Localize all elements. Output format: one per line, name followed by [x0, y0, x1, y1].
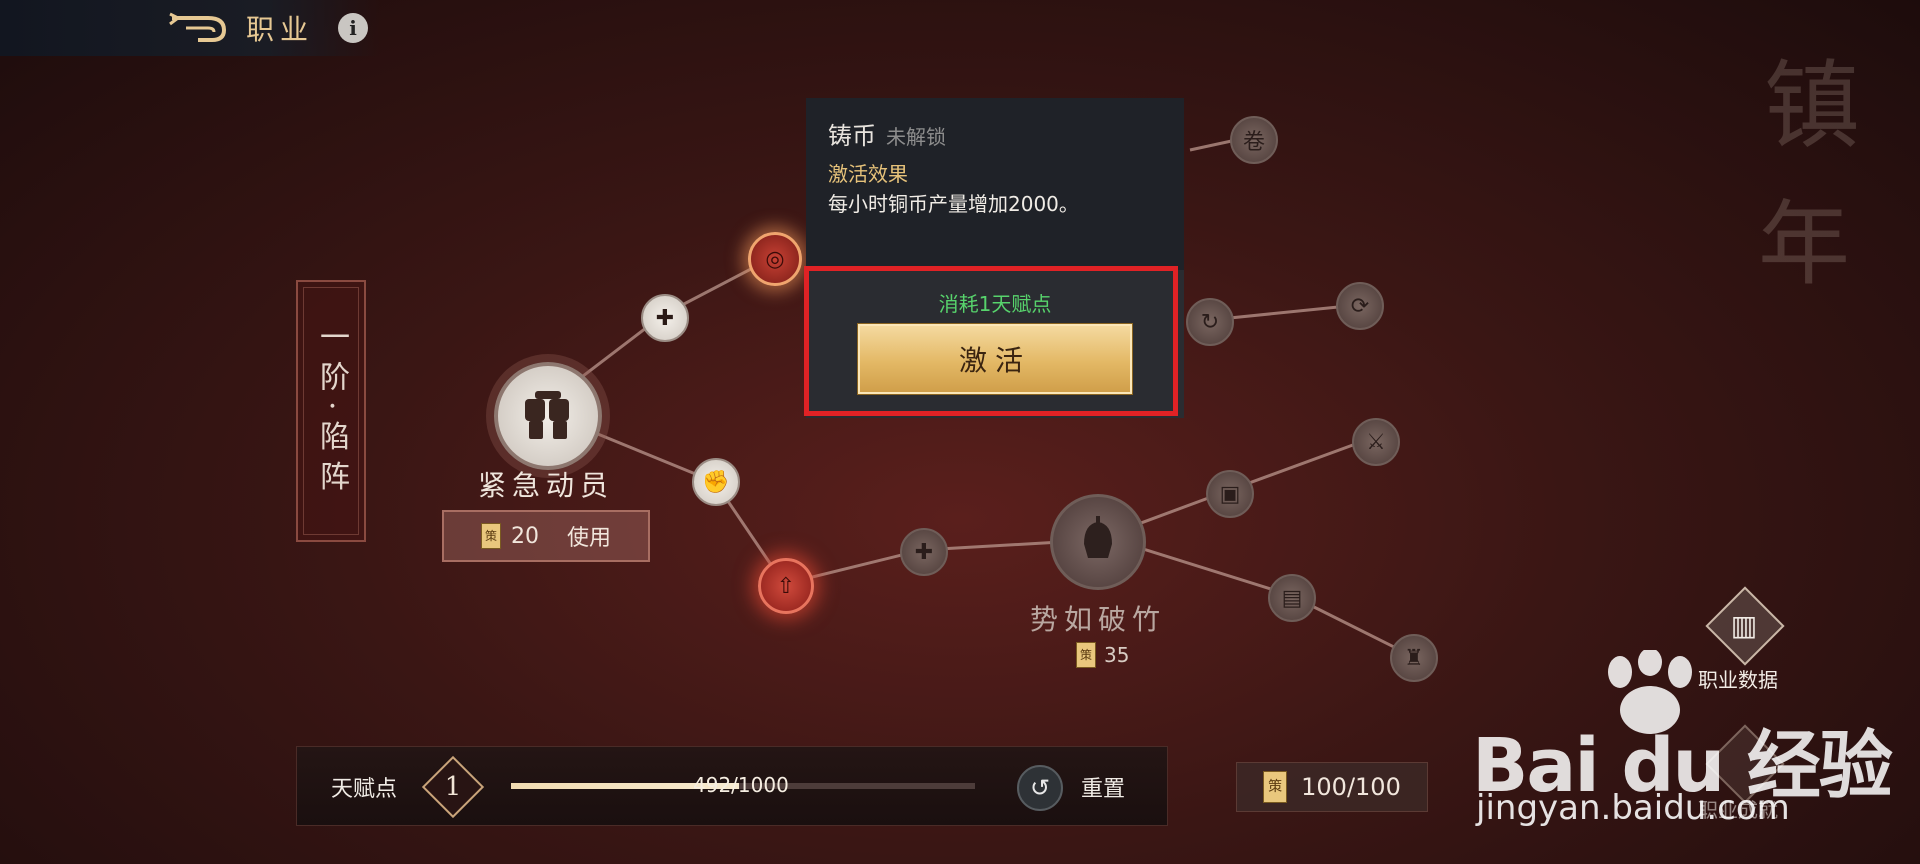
person-plus-icon: ✚: [655, 305, 675, 331]
watermark-url: jingyan.baidu.com: [1476, 788, 1790, 828]
reset-icon[interactable]: ↺: [1017, 765, 1063, 811]
helmet-warrior-icon: [1084, 516, 1112, 558]
cost-badge-icon: 策: [480, 523, 501, 549]
document-icon: ▥: [1730, 609, 1758, 642]
coin-minting-node[interactable]: ◎: [748, 232, 802, 286]
main-skill-cost: 20: [510, 523, 539, 549]
refresh-node[interactable]: ⟳: [1336, 282, 1384, 330]
secondary-skill-cost-row: 策 35: [1076, 642, 1129, 668]
raised-fists-icon: [525, 391, 569, 439]
person-up-icon: ⇧: [776, 573, 796, 599]
currency-text: 100/100: [1301, 773, 1401, 801]
decor-calligraphy-1: 镇: [1764, 50, 1860, 162]
talent-label: 天赋点: [331, 777, 398, 802]
main-skill-node[interactable]: [494, 362, 602, 470]
main-skill-use-button[interactable]: 策 20 使用: [442, 510, 650, 562]
flexed-arm-icon: ✊: [702, 469, 730, 495]
coin-plus-icon: ◎: [765, 246, 785, 272]
decor-calligraphy-2: 年: [1757, 191, 1850, 298]
crossed-swords-icon: ⚔: [1366, 429, 1386, 455]
talent-points: 1: [444, 772, 462, 802]
baidu-watermark: Bai du 经验 jingyan.baidu.com: [1472, 650, 1912, 840]
hand-refresh-icon: ↻: [1200, 309, 1220, 335]
main-skill-name: 紧急动员: [478, 469, 615, 502]
person-plus-icon: ✚: [914, 539, 934, 565]
main-skill-use-label: 使用: [566, 526, 611, 551]
scroll-node[interactable]: 卷: [1230, 116, 1278, 164]
portrait-node[interactable]: ▤: [1268, 574, 1316, 622]
upgrade-person-node[interactable]: ✚: [641, 294, 689, 342]
currency-box: 策 100/100: [1236, 762, 1428, 812]
person-up-node[interactable]: ⇧: [758, 558, 814, 614]
scroll-icon: 卷: [1242, 130, 1265, 155]
secondary-skill-name: 势如破竹: [1030, 603, 1167, 636]
talent-bar: 天赋点 1 492/1000 ↺ 重置: [296, 746, 1168, 826]
currency-badge-icon: 策: [1263, 771, 1288, 803]
tooltip-skill-name: 铸币: [828, 122, 876, 150]
tooltip-effect-desc: 每小时铜币产量增加2000。: [828, 192, 1079, 216]
cycle-arrows-icon: ⟳: [1350, 293, 1370, 319]
card-up-icon: ▣: [1219, 481, 1241, 507]
secondary-skill-cost: 35: [1104, 643, 1130, 667]
cost-badge-icon: 策: [1076, 642, 1096, 668]
general-icon: ♜: [1404, 645, 1424, 671]
refresh-hand-node[interactable]: ↻: [1186, 298, 1234, 346]
reset-button[interactable]: 重置: [1081, 771, 1125, 803]
card-up-node[interactable]: ▣: [1206, 470, 1254, 518]
person-add-node[interactable]: ✚: [900, 528, 948, 576]
strength-arm-node[interactable]: ✊: [692, 458, 740, 506]
secondary-skill-node[interactable]: [1050, 494, 1146, 590]
highlight-box: [804, 266, 1178, 416]
tooltip-status: 未解锁: [886, 125, 946, 149]
portrait-icon: ▤: [1281, 585, 1303, 611]
talent-progress-text: 492/1000: [693, 773, 789, 797]
crossed-swords-node[interactable]: ⚔: [1352, 418, 1400, 466]
general-node[interactable]: ♜: [1390, 634, 1438, 682]
tooltip-effect-title: 激活效果: [828, 162, 908, 186]
